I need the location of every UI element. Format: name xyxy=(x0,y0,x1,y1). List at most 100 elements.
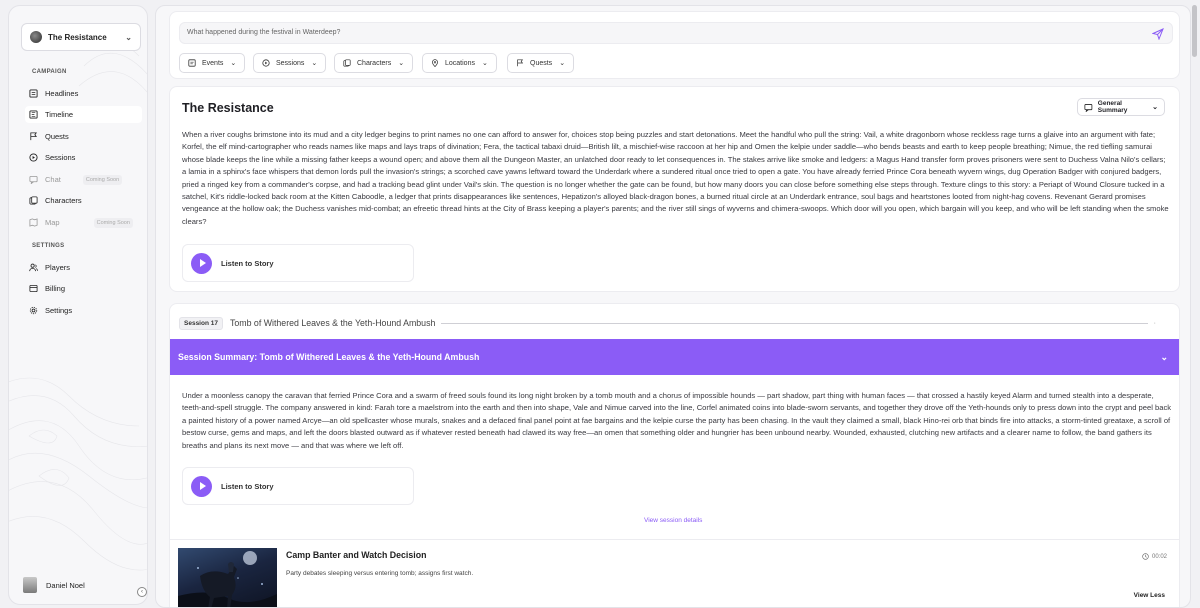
session-summary-header[interactable]: Session Summary: Tomb of Withered Leaves… xyxy=(170,339,1179,375)
page-title: The Resistance xyxy=(182,101,274,115)
search-card: What happened during the festival in Wat… xyxy=(169,11,1180,79)
event-card: Camp Banter and Watch Decision Party deb… xyxy=(170,539,1179,607)
sidebar-item-label: Chat xyxy=(45,175,61,184)
sidebar-item-label: Map xyxy=(45,218,60,227)
event-time-value: 00:02 xyxy=(1151,553,1167,560)
avatar xyxy=(23,577,37,593)
sidebar-item-label: Sessions xyxy=(45,153,76,162)
sidebar-item-characters[interactable]: Characters xyxy=(25,192,142,209)
session-name: Tomb of Withered Leaves & the Yeth-Hound… xyxy=(229,318,436,328)
sidebar-item-timeline[interactable]: Timeline xyxy=(25,106,142,123)
user-profile[interactable]: Daniel Noel xyxy=(23,576,147,594)
session-summary-text: Under a moonless canopy the caravan that… xyxy=(182,391,1172,450)
user-name: Daniel Noel xyxy=(46,580,85,590)
sidebar-item-sessions[interactable]: Sessions xyxy=(25,149,142,166)
search-placeholder: What happened during the festival in Wat… xyxy=(187,29,341,36)
send-icon[interactable] xyxy=(1152,28,1164,40)
summary-type-select[interactable]: General Summary ⌄ xyxy=(1077,98,1165,116)
billing-icon xyxy=(29,284,38,293)
filter-quests[interactable]: Quests ⌄ xyxy=(507,53,575,73)
filter-locations[interactable]: Locations ⌄ xyxy=(422,53,497,73)
chevron-down-icon: ⌄ xyxy=(311,60,318,67)
sidebar-item-chat: Chat Coming Soon xyxy=(25,171,142,188)
play-icon xyxy=(191,252,212,274)
map-icon xyxy=(29,218,38,227)
play-icon xyxy=(191,475,212,497)
sidebar-item-quests[interactable]: Quests xyxy=(25,128,142,145)
filter-sessions[interactable]: Sessions ⌄ xyxy=(253,53,327,73)
users-icon xyxy=(29,263,38,272)
event-description: Party debates sleeping versus entering t… xyxy=(286,570,474,577)
filter-events[interactable]: Events ⌄ xyxy=(179,53,246,73)
chevron-down-icon: ⌄ xyxy=(1160,351,1168,362)
event-timestamp: 00:02 xyxy=(1142,553,1167,560)
play-circle-icon xyxy=(262,59,270,67)
sidebar-item-map: Map Coming Soon xyxy=(25,214,142,231)
sidebar-item-label: Settings xyxy=(45,306,73,315)
coming-soon-badge: Coming Soon xyxy=(82,174,123,185)
sidebar: The Resistance ⌄ CAMPAIGN Headlines Time… xyxy=(8,5,148,605)
clock-icon xyxy=(1142,553,1149,560)
flag-icon xyxy=(517,59,524,67)
chevron-down-icon: ⌄ xyxy=(481,60,488,67)
settings-section-label: SETTINGS xyxy=(32,243,65,249)
app-frame: The Resistance ⌄ CAMPAIGN Headlines Time… xyxy=(0,0,1200,608)
search-input[interactable]: What happened during the festival in Wat… xyxy=(179,22,1173,44)
collapse-sidebar-button[interactable]: ‹ xyxy=(137,587,147,597)
coming-soon-badge: Coming Soon xyxy=(93,217,133,228)
main-content: What happened during the festival in Wat… xyxy=(155,5,1191,608)
view-session-details-link[interactable]: View session details xyxy=(644,517,702,524)
filter-label: Characters xyxy=(357,59,392,67)
filter-characters[interactable]: Characters ⌄ xyxy=(334,53,414,73)
chevron-down-icon: ⌄ xyxy=(230,60,237,67)
session-card: Session 17 Tomb of Withered Leaves & the… xyxy=(169,303,1180,607)
sidebar-item-label: Billing xyxy=(45,284,66,293)
sidebar-item-settings[interactable]: Settings xyxy=(25,302,142,319)
listen-label: Listen to Story xyxy=(221,481,274,491)
timeline-icon xyxy=(29,110,38,119)
chat-icon xyxy=(1084,103,1093,112)
play-circle-icon xyxy=(29,153,38,162)
chat-icon xyxy=(29,175,38,184)
sidebar-item-headlines[interactable]: Headlines xyxy=(25,85,142,102)
divider xyxy=(441,322,1148,324)
session-summary-title: Session Summary: Tomb of Withered Leaves… xyxy=(178,352,480,362)
session-header[interactable]: Session 17 Tomb of Withered Leaves & the… xyxy=(179,316,1170,330)
event-title: Camp Banter and Watch Decision xyxy=(286,550,427,560)
story-summary-text: When a river coughs brimstone into its m… xyxy=(182,130,1169,226)
story-card: The Resistance General Summary ⌄ When a … xyxy=(169,86,1180,292)
events-icon xyxy=(188,59,196,67)
flag-icon xyxy=(29,132,38,141)
sidebar-item-billing[interactable]: Billing xyxy=(25,280,142,297)
sidebar-item-label: Players xyxy=(45,263,71,272)
newspaper-icon xyxy=(29,89,38,98)
sidebar-item-players[interactable]: Players xyxy=(25,259,142,276)
chevron-down-icon: ⌄ xyxy=(559,60,566,67)
view-less-button[interactable]: View Less xyxy=(1134,592,1165,599)
session-listen-button[interactable]: Listen to Story xyxy=(182,467,414,505)
event-thumbnail xyxy=(178,548,277,607)
sidebar-item-label: Timeline xyxy=(45,110,74,119)
filter-label: Quests xyxy=(530,59,553,67)
characters-icon xyxy=(343,59,351,67)
characters-icon xyxy=(29,196,38,205)
session-number-badge: Session 17 xyxy=(179,316,223,330)
filter-label: Events xyxy=(202,59,224,67)
chevron-down-icon: ⌄ xyxy=(398,60,405,67)
chevron-down-icon: ⌄ xyxy=(125,32,132,42)
filter-label: Sessions xyxy=(276,59,305,67)
filter-label: Locations xyxy=(445,59,475,67)
location-pin-icon xyxy=(432,59,438,67)
listen-label: Listen to Story xyxy=(221,258,274,268)
campaign-avatar xyxy=(30,31,42,43)
gear-icon xyxy=(29,306,38,315)
dot-icon: · xyxy=(1153,319,1156,327)
sidebar-item-label: Headlines xyxy=(45,89,79,98)
chevron-down-icon: ⌄ xyxy=(1152,104,1158,111)
scrollbar[interactable] xyxy=(1192,5,1197,57)
sidebar-item-label: Characters xyxy=(45,196,82,205)
listen-to-story-button[interactable]: Listen to Story xyxy=(182,244,414,282)
sidebar-item-label: Quests xyxy=(45,132,69,141)
campaign-section-label: CAMPAIGN xyxy=(32,69,67,75)
campaign-select[interactable]: The Resistance ⌄ xyxy=(21,23,141,51)
